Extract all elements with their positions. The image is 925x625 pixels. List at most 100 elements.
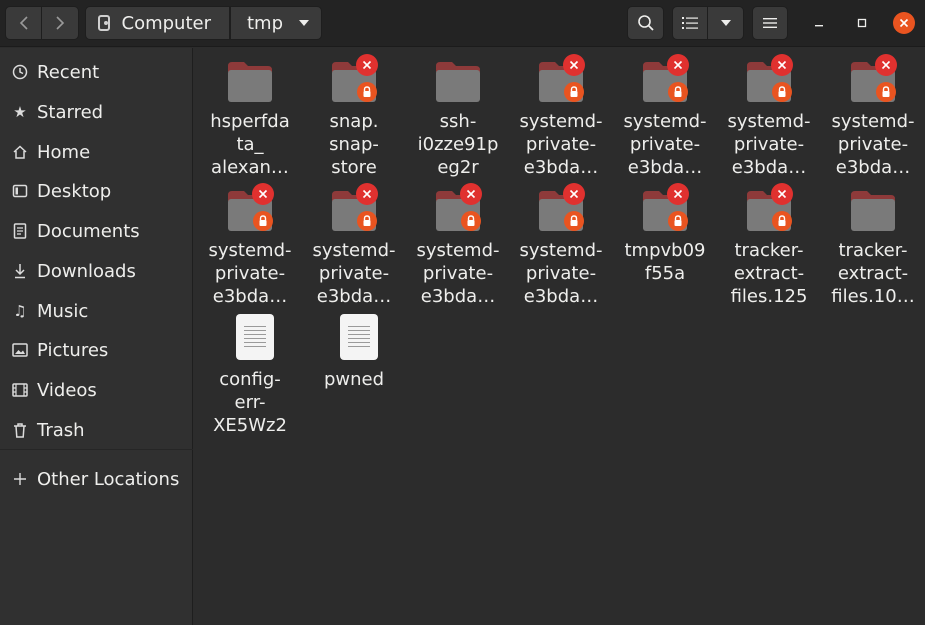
view-toggle-button[interactable] xyxy=(672,6,708,40)
item-label-line: e3bda… xyxy=(523,157,599,178)
item-label-line: e3bda… xyxy=(420,286,496,307)
view-options-dropdown[interactable] xyxy=(708,6,744,40)
search-button[interactable] xyxy=(627,6,664,40)
item-label-line: systemd- xyxy=(519,111,603,132)
item-label-line: extract- xyxy=(837,263,909,284)
video-icon xyxy=(10,383,30,397)
sidebar-item-label: Music xyxy=(37,300,89,322)
folder-item[interactable]: systemd-private-e3bda… xyxy=(302,181,406,308)
sidebar-item-home[interactable]: Home xyxy=(0,134,193,170)
item-icon xyxy=(220,181,280,237)
item-icon xyxy=(428,52,488,108)
close-button[interactable] xyxy=(893,12,915,34)
minimize-button[interactable] xyxy=(808,12,830,34)
chevron-down-icon xyxy=(720,20,731,26)
lock-emblem-icon xyxy=(461,211,481,231)
folder-item[interactable]: systemd-private-e3bda… xyxy=(509,52,613,179)
item-label: systemd-private-e3bda… xyxy=(509,239,613,308)
item-label: tracker-extract-files.125 xyxy=(717,239,821,308)
file-item[interactable]: config-err- XE5Wz2 xyxy=(198,310,302,437)
lock-emblem-icon xyxy=(357,82,377,102)
folder-item[interactable]: hsperfda ta_ alexan… xyxy=(198,52,302,179)
breadcrumb-computer[interactable]: Computer xyxy=(85,6,230,40)
item-label-line: private- xyxy=(629,134,701,155)
folder-item[interactable]: tmpvb09 f55a xyxy=(613,181,717,285)
item-label-line: alexan… xyxy=(211,157,289,178)
folder-item[interactable]: systemd-private-e3bda… xyxy=(717,52,821,179)
sidebar-item-label: Trash xyxy=(37,419,85,441)
sidebar-item-other-locations[interactable]: Other Locations xyxy=(0,461,193,497)
folder-item[interactable]: systemd-private-e3bda… xyxy=(406,181,510,308)
sidebar: Recent ★ Starred Home Desktop Documents … xyxy=(0,48,193,625)
sidebar-item-label: Other Locations xyxy=(37,468,180,490)
item-label-line: files.10… xyxy=(831,286,915,307)
item-label: systemd-private-e3bda… xyxy=(509,110,613,179)
unreadable-emblem-icon xyxy=(356,54,378,76)
lock-emblem-icon xyxy=(876,82,896,102)
item-icon xyxy=(635,181,695,237)
breadcrumb-tmp[interactable]: tmp xyxy=(230,6,322,40)
header-bar: Computer tmp xyxy=(0,0,925,47)
folder-item[interactable]: systemd-private-e3bda… xyxy=(509,181,613,308)
chevron-down-icon xyxy=(299,20,309,26)
item-label-line: store xyxy=(331,157,377,178)
item-label-line: systemd- xyxy=(623,111,707,132)
item-label: pwned xyxy=(302,368,406,391)
sidebar-item-recent[interactable]: Recent xyxy=(0,54,193,90)
folder-item[interactable]: ssh-i0zze91p eg2r xyxy=(406,52,510,179)
item-label-line: systemd- xyxy=(312,240,396,261)
item-label-line: systemd- xyxy=(208,240,292,261)
maximize-icon xyxy=(857,18,867,28)
item-label-line: private- xyxy=(318,263,390,284)
item-label: snap. snap-store xyxy=(302,110,406,179)
folder-item[interactable]: systemd-private-e3bda… xyxy=(613,52,717,179)
lock-emblem-icon xyxy=(668,82,688,102)
folder-item[interactable]: systemd-private-e3bda… xyxy=(198,181,302,308)
sidebar-item-music[interactable]: ♫ Music xyxy=(0,293,193,329)
item-label-line: systemd- xyxy=(416,240,500,261)
drive-icon xyxy=(98,15,110,31)
close-icon xyxy=(899,18,909,28)
maximize-button[interactable] xyxy=(851,12,873,34)
item-label-line: e3bda… xyxy=(316,286,392,307)
item-label-line: systemd- xyxy=(519,240,603,261)
back-button[interactable] xyxy=(5,6,42,40)
item-label-line: eg2r xyxy=(437,157,479,178)
file-item[interactable]: pwned xyxy=(302,310,406,391)
sidebar-item-pictures[interactable]: Pictures xyxy=(0,332,193,368)
unreadable-emblem-icon xyxy=(667,54,689,76)
text-file-icon xyxy=(340,314,378,360)
sidebar-item-label: Documents xyxy=(37,220,140,242)
item-label-line: pwned xyxy=(323,369,385,390)
sidebar-divider xyxy=(0,449,193,450)
folder-item[interactable]: tracker-extract-files.125 xyxy=(717,181,821,308)
folder-icon xyxy=(851,191,895,231)
breadcrumb-label: tmp xyxy=(247,12,284,34)
sidebar-item-label: Home xyxy=(37,141,91,163)
sidebar-item-label: Starred xyxy=(37,101,104,123)
main-menu-button[interactable] xyxy=(752,6,788,40)
item-icon xyxy=(843,52,903,108)
lock-emblem-icon xyxy=(564,211,584,231)
sidebar-item-starred[interactable]: ★ Starred xyxy=(0,94,193,130)
item-icon xyxy=(324,310,384,366)
sidebar-item-trash[interactable]: Trash xyxy=(0,412,193,448)
item-label: hsperfda ta_ alexan… xyxy=(198,110,302,179)
sidebar-item-documents[interactable]: Documents xyxy=(0,213,193,249)
breadcrumb-label: Computer xyxy=(121,12,211,34)
item-icon xyxy=(531,52,591,108)
forward-button[interactable] xyxy=(42,6,79,40)
minimize-icon xyxy=(815,25,823,27)
unreadable-emblem-icon xyxy=(771,183,793,205)
sidebar-item-desktop[interactable]: Desktop xyxy=(0,173,193,209)
item-label-line: i0zze91p xyxy=(417,134,499,155)
folder-item[interactable]: systemd-private-e3bda… xyxy=(821,52,925,179)
folder-item[interactable]: snap. snap-store xyxy=(302,52,406,179)
sidebar-item-downloads[interactable]: Downloads xyxy=(0,253,193,289)
unreadable-emblem-icon xyxy=(667,183,689,205)
sidebar-item-videos[interactable]: Videos xyxy=(0,372,193,408)
item-label-line: e3bda… xyxy=(627,157,703,178)
folder-item[interactable]: tracker-extract-files.10… xyxy=(821,181,925,308)
unreadable-emblem-icon xyxy=(460,183,482,205)
download-icon xyxy=(10,263,30,279)
